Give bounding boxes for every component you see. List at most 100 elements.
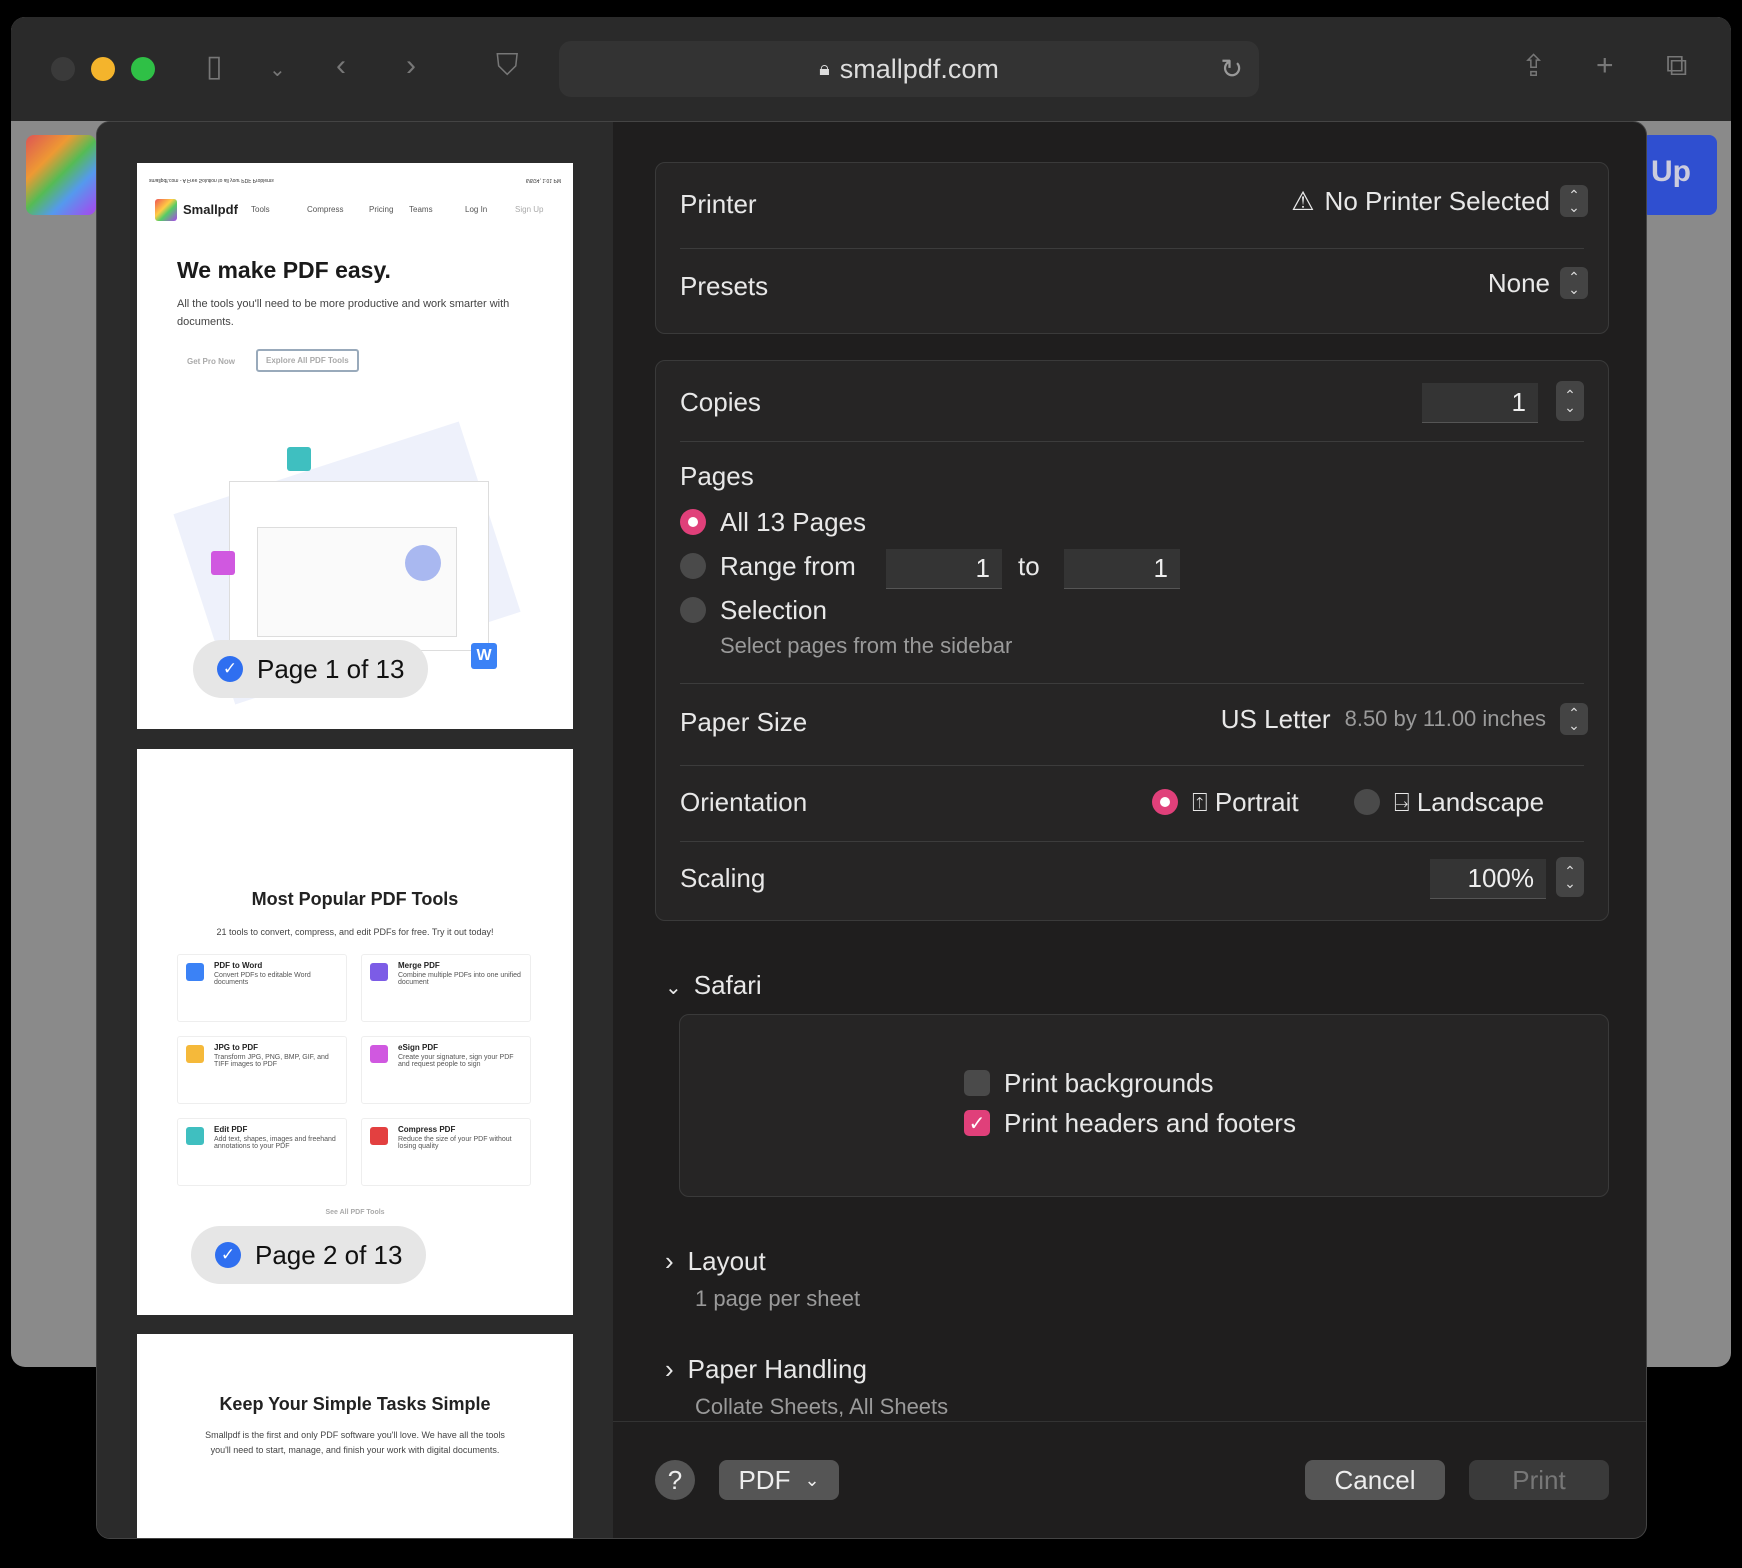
back-icon[interactable]: ‹ [336,49,346,83]
chevron-right-icon: › [665,1246,674,1276]
page-label: Page 2 of 13 [255,1239,403,1270]
range-to-input[interactable]: 1 [1064,549,1180,589]
printer-select[interactable]: ⚠ No Printer Selected ⌃ ⌄ [1291,185,1588,217]
sign-up-button[interactable]: Up [1641,135,1717,215]
minimize-window-button[interactable] [91,57,115,81]
headers-footers-checkbox[interactable]: ✓ [964,1110,990,1136]
sidebar-toggle-icon[interactable]: ▯ [206,49,223,84]
selection-radio[interactable] [680,597,706,623]
divider [680,765,1584,766]
divider [680,841,1584,842]
page-title: Keep Your Simple Tasks Simple [219,1394,491,1414]
paper-handling-disclosure[interactable]: › Paper Handling [665,1354,867,1385]
merge-pdf-icon [370,963,388,981]
print-dialog: smallpdf.com - A Free Solution to all yo… [96,121,1647,1539]
paper-size-select[interactable]: US Letter 8.50 by 11.00 inches ⌃ ⌄ [1221,703,1588,735]
nav-compress: Compress [307,205,344,214]
edit-icon [287,447,311,471]
word-icon: W [471,643,497,669]
tool-card: Edit PDF Add text, shapes, images and fre… [177,1118,347,1186]
page-thumbnail-3[interactable]: Keep Your Simple Tasks Simple Smallpdf i… [137,1334,573,1538]
page-title: We make PDF easy. [177,257,391,283]
divider [680,683,1584,684]
landscape-option[interactable]: ⍈ Landscape [1394,787,1544,819]
presets-select[interactable]: None ⌃ ⌄ [1488,267,1588,299]
landscape-radio[interactable] [1354,789,1380,815]
browser-toolbar: ▯ ⌄ ‹ › ⛉ 🔒︎ smallpdf.com ↻ ⇪ + ⧉ [11,17,1731,121]
address-bar[interactable]: 🔒︎ smallpdf.com ↻ [559,41,1259,97]
pdf-menu-button[interactable]: PDF ⌄ [719,1460,839,1500]
orientation-label: Orientation [680,787,808,817]
layout-label: Layout [687,1246,766,1276]
paper-handling-label: Paper Handling [687,1354,867,1384]
brand-name: Smallpdf [183,202,238,217]
selection-label: Selection [720,595,827,625]
chevron-down-icon[interactable]: ⌄ [269,57,286,82]
zoom-window-button[interactable] [131,57,155,81]
get-pro-button: Get Pro Now [187,357,236,366]
paper-size-value: US Letter [1220,703,1331,734]
safari-disclosure[interactable]: ⌄ Safari [665,970,762,1001]
forward-icon[interactable]: › [406,49,416,83]
copies-input[interactable]: 1 [1422,383,1538,423]
page-subtitle: Smallpdf is the first and only PDF softw… [205,1430,505,1455]
page-header: smallpdf.com - A Free Solution to all yo… [149,177,274,183]
page-1-badge[interactable]: ✓ Page 1 of 13 [193,640,429,698]
nav-login: Log In [465,205,488,214]
edit-pdf-icon [186,1127,204,1145]
all-pages-label: All 13 Pages [720,507,866,537]
print-backgrounds-checkbox[interactable] [964,1070,990,1096]
page-title: Most Popular PDF Tools [251,889,459,909]
reload-icon[interactable]: ↻ [1220,54,1243,85]
paper-handling-summary: Collate Sheets, All Sheets [695,1394,949,1419]
range-radio[interactable] [680,553,706,579]
printer-value: No Printer Selected [1324,185,1550,216]
portrait-radio[interactable] [1152,789,1178,815]
close-window-button[interactable] [51,57,75,81]
headers-footers-label: Print headers and footers [1004,1108,1296,1138]
illustration-circle [405,545,441,581]
cancel-button[interactable]: Cancel [1305,1460,1445,1500]
help-button[interactable]: ? [655,1460,695,1500]
share-icon[interactable]: ⇪ [1521,49,1546,84]
scaling-label: Scaling [680,863,766,893]
scaling-input[interactable]: 100% [1430,859,1546,899]
chevron-right-icon: › [665,1354,674,1384]
tabs-overview-icon[interactable]: ⧉ [1666,49,1687,83]
scaling-stepper[interactable]: ⌃ ⌄ [1556,857,1584,897]
select-arrows-icon: ⌃ ⌄ [1560,267,1588,299]
new-tab-icon[interactable]: + [1596,49,1614,83]
page-label: Page 1 of 13 [257,653,405,684]
range-from-input[interactable]: 1 [886,549,1002,589]
pdf-label: PDF [738,1464,791,1495]
printer-section: Printer ⚠ No Printer Selected ⌃ ⌄ Presets N… [655,162,1609,334]
tool-card: PDF to Word Convert PDFs to editable Word… [177,954,347,1022]
lock-icon: 🔒︎ [819,57,830,80]
print-options-section: Copies 1 ⌃ ⌄ Pages All 13 Pages Range fro… [655,360,1609,921]
tool-card: JPG to PDF Transform JPG, PNG, BMP, GIF, … [177,1036,347,1104]
copies-stepper[interactable]: ⌃ ⌄ [1556,381,1584,421]
smallpdf-logo [26,135,96,215]
see-all-link: See All PDF Tools [325,1209,385,1216]
landscape-icon: ⍈ [1394,787,1410,817]
layout-disclosure[interactable]: › Layout [665,1246,766,1277]
tool-card: Compress PDF Reduce the size of your PDF … [361,1118,531,1186]
all-pages-radio[interactable] [680,509,706,535]
pages-label: Pages [680,461,754,491]
tool-card: Merge PDF Combine multiple PDFs into one … [361,954,531,1022]
pdf-to-word-icon [186,963,204,981]
explore-tools-button: Explore All PDF Tools [256,349,359,372]
page-2-badge[interactable]: ✓ Page 2 of 13 [191,1226,427,1284]
nav-signup: Sign Up [515,205,544,214]
divider [680,441,1584,442]
esign-pdf-icon [370,1045,388,1063]
page-preview-sidebar[interactable]: smallpdf.com - A Free Solution to all yo… [97,122,613,1538]
print-backgrounds-label: Print backgrounds [1004,1068,1214,1098]
shield-icon[interactable]: ⛉ [496,49,519,83]
nav-tools: Tools [251,205,270,214]
print-button[interactable]: Print [1469,1460,1609,1500]
portrait-option[interactable]: ⍐ Portrait [1192,787,1299,819]
copies-label: Copies [680,387,761,417]
select-arrows-icon: ⌃ ⌄ [1560,703,1588,735]
paper-size-label: Paper Size [680,707,808,737]
